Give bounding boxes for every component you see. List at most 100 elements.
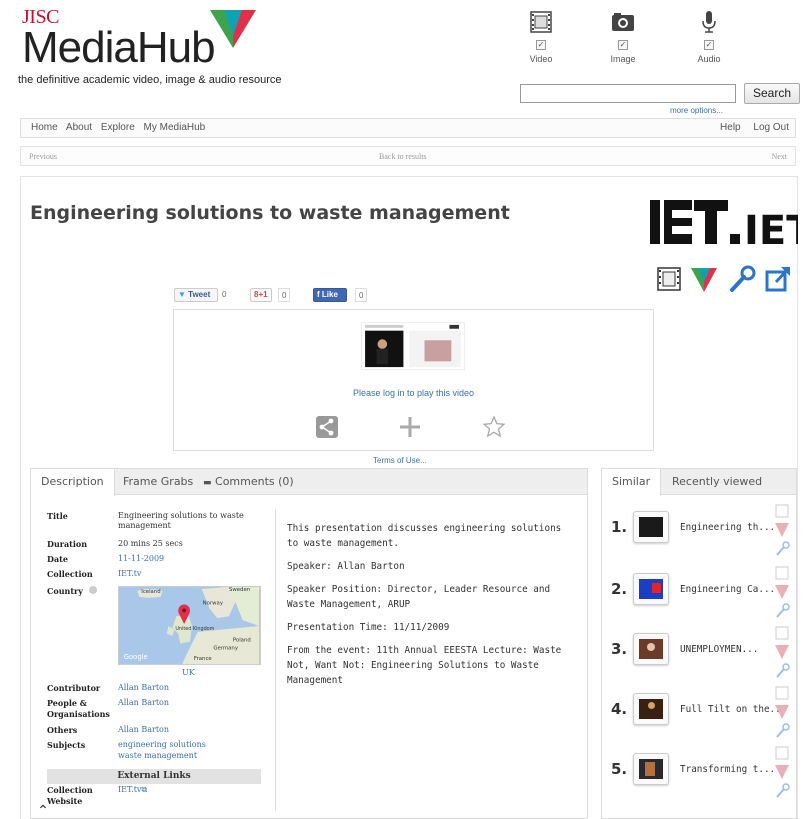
- share-icon[interactable]: [315, 415, 339, 439]
- tab-description[interactable]: Description: [30, 469, 115, 496]
- microphone-icon: [702, 11, 716, 33]
- film-icon[interactable]: [656, 264, 684, 294]
- similar-item[interactable]: 4. Full Tilt on the...: [602, 686, 798, 747]
- mediahub-logo-text[interactable]: MediaHub: [22, 24, 216, 72]
- page-title: Engineering solutions to waste managemen…: [30, 202, 510, 224]
- meta-value: 20 mins 25 secs: [118, 539, 183, 548]
- video-thumbnail: [361, 322, 465, 370]
- terms-of-use-link[interactable]: Terms of Use...: [373, 456, 427, 465]
- similar-thumbnail[interactable]: [633, 633, 669, 665]
- nav-help[interactable]: Help: [720, 122, 741, 133]
- mediahub-triangle-logo-icon: [210, 10, 256, 48]
- image-checkbox[interactable]: ✓: [618, 40, 628, 50]
- video-checkbox[interactable]: ✓: [536, 40, 546, 50]
- similar-rank: 1.: [611, 518, 628, 536]
- collection-website-link[interactable]: IET.tv⧉: [118, 785, 258, 795]
- description-text: This presentation discusses engineering …: [287, 521, 577, 696]
- map-label: Norway: [203, 601, 224, 607]
- media-type-audio: ✓ Audio: [684, 10, 734, 64]
- map-label: United Kingdom: [175, 626, 214, 632]
- audio-checkbox[interactable]: ✓: [704, 40, 714, 50]
- map-label: Iceland: [141, 589, 160, 595]
- iet-tv-logo[interactable]: IET.tv: [648, 194, 798, 250]
- similar-thumbnail[interactable]: [633, 511, 669, 543]
- tab-similar[interactable]: Similar: [601, 469, 662, 496]
- related-tabbar: Similar Recently viewed: [601, 469, 796, 496]
- results-pager: Previous Back to results Next: [20, 146, 796, 166]
- video-player[interactable]: Please log in to play this video: [173, 309, 654, 451]
- search-input[interactable]: [520, 84, 736, 103]
- similar-title[interactable]: Full Tilt on the...: [680, 704, 786, 715]
- item-tools: [656, 264, 798, 298]
- meta-key: Others: [47, 725, 78, 735]
- site-tagline: the definitive academic video, image & a…: [18, 74, 282, 86]
- subject-link[interactable]: engineering solutions: [118, 740, 258, 750]
- description-paragraph: Speaker Position: Director, Leader Resou…: [287, 584, 551, 610]
- similar-item[interactable]: 2. Engineering Ca...: [602, 566, 798, 627]
- search-key-icon[interactable]: [728, 264, 756, 294]
- add-plus-icon[interactable]: [398, 415, 422, 439]
- others-link[interactable]: Allan Barton: [118, 725, 258, 735]
- login-to-play-message[interactable]: Please log in to play this video: [174, 388, 653, 398]
- mediahub-triangle-icon: [775, 523, 789, 537]
- meta-key: Collection: [47, 569, 93, 579]
- media-type-video: ✓ Video: [516, 10, 566, 64]
- similar-item-actions: [775, 566, 790, 618]
- back-to-results-link[interactable]: Back to results: [379, 152, 427, 161]
- favourite-star-icon[interactable]: [482, 415, 506, 439]
- country-map[interactable]: Iceland Sweden Norway United Kingdom Pol…: [118, 586, 261, 665]
- description-paragraph: This presentation discusses engineering …: [287, 523, 562, 549]
- nav-my-mediahub[interactable]: My MediaHub: [144, 122, 206, 133]
- related-tabs-panel: Similar Recently viewed 1. Engineering t…: [601, 468, 797, 819]
- tab-frame-grabs[interactable]: Frame Grabs: [113, 469, 203, 495]
- nav-log-out[interactable]: Log Out: [753, 122, 789, 133]
- similar-title[interactable]: Engineering Ca...: [680, 584, 775, 595]
- facebook-icon: f: [317, 290, 320, 299]
- more-options-link[interactable]: more options...: [670, 106, 723, 115]
- mediahub-triangle-icon[interactable]: [690, 264, 718, 294]
- nav-home[interactable]: Home: [31, 122, 58, 133]
- similar-rank: 2.: [611, 580, 628, 598]
- date-link[interactable]: 11-11-2009: [118, 554, 258, 564]
- people-link[interactable]: Allan Barton: [118, 698, 258, 708]
- similar-item[interactable]: 5. Transforming t...: [602, 746, 798, 807]
- info-tabbar: Description Frame Grabs ▬ Comments (0): [30, 469, 587, 496]
- similar-title[interactable]: Transforming t...: [680, 764, 775, 775]
- google-map-logo: Google: [124, 653, 148, 661]
- tab-comments-label: Comments (0): [215, 475, 294, 488]
- next-link[interactable]: Next: [771, 152, 787, 161]
- gplus-button[interactable]: 8+1: [250, 288, 272, 302]
- facebook-like-button[interactable]: f Like: [313, 288, 347, 302]
- tab-recently-viewed[interactable]: Recently viewed: [662, 469, 772, 495]
- map-label: France: [194, 656, 213, 662]
- similar-title[interactable]: Engineering th...: [680, 522, 775, 533]
- nav-about[interactable]: About: [66, 122, 92, 133]
- tab-comments[interactable]: ▬ Comments (0): [195, 469, 304, 495]
- collection-link[interactable]: IET.tv: [118, 569, 258, 579]
- description-paragraph: From the event: 11th Annual EEESTA Lectu…: [287, 645, 562, 686]
- contributor-link[interactable]: Allan Barton: [118, 683, 258, 693]
- tweet-button[interactable]: ▼ Tweet: [174, 288, 218, 302]
- similar-thumbnail[interactable]: [633, 693, 669, 725]
- similar-thumbnail[interactable]: [633, 753, 669, 785]
- info-tabs-panel: Description Frame Grabs ▬ Comments (0) T…: [30, 468, 588, 819]
- audio-label: Audio: [697, 54, 721, 64]
- scroll-to-top-icon[interactable]: ⌃: [34, 803, 52, 819]
- collection-website-label: IET.tv: [118, 785, 142, 794]
- subject-link[interactable]: waste management: [118, 751, 258, 761]
- similar-item[interactable]: 1. Engineering th...: [602, 504, 798, 565]
- similar-title[interactable]: UNEMPLOYMEN...: [680, 644, 758, 655]
- similar-item[interactable]: 3. UNEMPLOYMEN...: [602, 626, 798, 687]
- share-external-icon[interactable]: [764, 264, 792, 294]
- twitter-bird-icon: ▼: [178, 290, 186, 299]
- nav-explore[interactable]: Explore: [101, 122, 135, 133]
- tweet-count: 0: [222, 290, 227, 299]
- previous-link[interactable]: Previous: [29, 152, 57, 161]
- search-button[interactable]: Search: [744, 83, 800, 104]
- comment-icon: ▬: [203, 478, 212, 488]
- search-key-icon: [776, 541, 790, 556]
- similar-thumbnail[interactable]: [633, 573, 669, 605]
- meta-key: People & Organisations: [47, 698, 110, 719]
- column-divider: [275, 509, 276, 811]
- like-count: 0: [355, 288, 368, 302]
